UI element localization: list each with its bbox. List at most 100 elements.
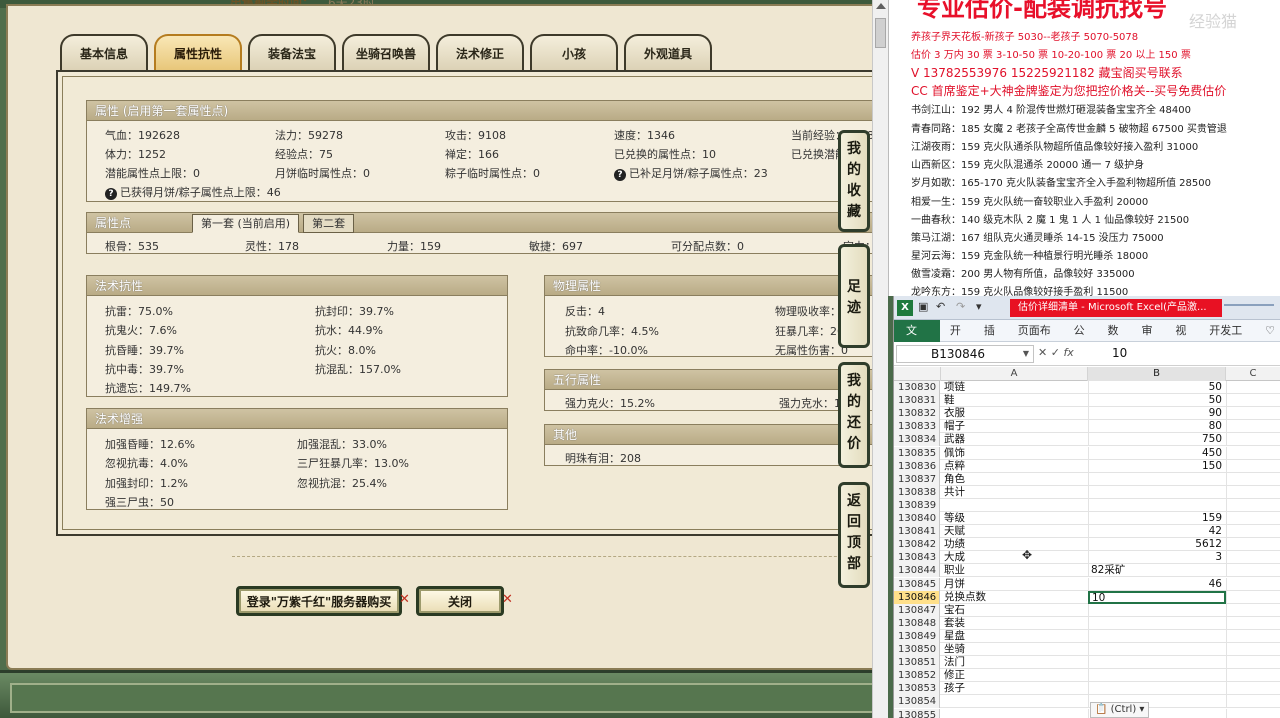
cell-c[interactable]	[1226, 525, 1280, 539]
ribbon-tab-view[interactable]: 视图	[1169, 320, 1203, 359]
row-number[interactable]: 130830	[894, 381, 940, 394]
name-box[interactable]: B130846 ▼	[896, 345, 1034, 363]
row-number[interactable]: 130842	[894, 538, 940, 552]
cell-b[interactable]: 750	[1088, 433, 1226, 447]
cell-c[interactable]	[1226, 420, 1280, 434]
cell-c[interactable]	[1226, 682, 1280, 696]
cell-a[interactable]: 共计	[942, 486, 1086, 499]
close-button[interactable]: 关闭	[416, 586, 504, 616]
row-number[interactable]: 130850	[894, 643, 940, 656]
row-number[interactable]: 130833	[894, 420, 940, 434]
cell-c[interactable]	[1226, 512, 1280, 525]
cell-b[interactable]: 80	[1088, 420, 1226, 434]
cell-b[interactable]: 159	[1088, 512, 1226, 525]
tab-spell-modifiers[interactable]: 法术修正	[436, 34, 524, 70]
chevron-down-icon[interactable]: ▼	[1023, 346, 1029, 362]
scroll-thumb[interactable]	[875, 18, 886, 48]
cell-a[interactable]	[942, 709, 1086, 718]
cell-a[interactable]: 衣服	[942, 407, 1086, 420]
help-icon[interactable]: ?	[105, 188, 117, 200]
excel-app-icon[interactable]: X	[897, 300, 913, 316]
cell-a[interactable]	[942, 695, 1086, 708]
formula-input[interactable]: 10	[1112, 346, 1127, 360]
cell-c[interactable]	[1226, 433, 1280, 447]
cell-c[interactable]	[1226, 577, 1280, 591]
cell-a[interactable]: 坐骑	[942, 643, 1086, 656]
tab-children[interactable]: 小孩	[530, 34, 618, 70]
ribbon-tab-developer[interactable]: 开发工具	[1203, 320, 1259, 359]
cell-c[interactable]	[1226, 629, 1280, 643]
redo-icon[interactable]: ↷	[956, 300, 965, 313]
tab-mounts-pets[interactable]: 坐骑召唤兽	[342, 34, 430, 70]
subtab-set-2[interactable]: 第二套	[303, 214, 355, 233]
column-header-a[interactable]: A	[941, 367, 1088, 381]
row-number[interactable]: 130834	[894, 433, 940, 447]
cell-b[interactable]: 450	[1088, 446, 1226, 460]
select-all-corner[interactable]	[894, 367, 941, 381]
row-number[interactable]: 130852	[894, 669, 940, 683]
cell-b[interactable]	[1088, 472, 1226, 486]
ribbon-tab-insert[interactable]: 插入	[978, 320, 1012, 359]
row-number[interactable]: 130854	[894, 695, 940, 709]
cell-a[interactable]: 职业	[942, 564, 1086, 577]
cell-b[interactable]	[1088, 656, 1226, 670]
scroll-up-icon[interactable]	[876, 3, 886, 9]
paste-options-button[interactable]: 📋 (Ctrl) ▾	[1090, 702, 1150, 718]
cell-a[interactable]: 孩子	[942, 682, 1086, 695]
tab-equipment[interactable]: 装备法宝	[248, 34, 336, 70]
my-bargain-button[interactable]: 我的还价	[838, 362, 870, 468]
cell-c[interactable]	[1226, 407, 1280, 421]
row-number[interactable]: 130836	[894, 459, 940, 473]
back-to-top-button[interactable]: 返回顶部	[838, 482, 870, 588]
cell-a[interactable]: 佩饰	[942, 447, 1086, 460]
cell-a[interactable]	[942, 499, 1086, 512]
ribbon-tab-formulas[interactable]: 公式	[1068, 320, 1102, 359]
cell-a[interactable]: 鞋	[942, 394, 1086, 407]
subtab-set-1[interactable]: 第一套 (当前启用)	[192, 214, 300, 233]
footprints-button[interactable]: 足迹	[838, 244, 870, 348]
cell-c[interactable]	[1226, 708, 1280, 718]
row-number[interactable]: 130844	[894, 564, 940, 578]
help-icon[interactable]: ?	[614, 169, 626, 181]
cell-b[interactable]: 90	[1088, 407, 1226, 421]
tab-appearance[interactable]: 外观道具	[624, 34, 712, 70]
row-number[interactable]: 130855	[894, 708, 940, 718]
cell-b[interactable]: 50	[1088, 381, 1226, 394]
ribbon-tab-file[interactable]: 文件	[894, 319, 940, 359]
save-icon[interactable]: ▣	[918, 300, 928, 313]
formula-buttons[interactable]: ✕ ✓ fx	[1038, 346, 1074, 359]
cell-c[interactable]	[1226, 459, 1280, 473]
column-header-c[interactable]: C	[1226, 367, 1280, 381]
row-number[interactable]: 130839	[894, 498, 940, 512]
cell-a[interactable]: 角色	[942, 473, 1086, 486]
row-number[interactable]: 130848	[894, 616, 940, 630]
cell-c[interactable]	[1226, 498, 1280, 512]
ribbon-tab-data[interactable]: 数据	[1102, 320, 1136, 359]
cell-a[interactable]: 点粹	[942, 460, 1086, 473]
cell-a[interactable]: 宝石	[942, 604, 1086, 617]
row-number[interactable]: 130832	[894, 407, 940, 421]
cell-a[interactable]: 项链	[942, 381, 1086, 394]
row-number[interactable]: 130840	[894, 512, 940, 525]
cell-b[interactable]	[1088, 643, 1226, 656]
cell-b[interactable]	[1088, 682, 1226, 696]
cell-c[interactable]	[1226, 485, 1280, 499]
row-number[interactable]: 130831	[894, 394, 940, 408]
cell-c[interactable]	[1226, 564, 1280, 578]
cell-c[interactable]	[1226, 394, 1280, 408]
cell-b[interactable]	[1088, 629, 1226, 643]
row-number[interactable]: 130835	[894, 446, 940, 460]
cell-b[interactable]	[1088, 498, 1226, 512]
tab-basic-info[interactable]: 基本信息	[60, 34, 148, 70]
cell-c[interactable]	[1226, 381, 1280, 394]
row-number[interactable]: 130846	[894, 590, 940, 604]
row-number[interactable]: 130843	[894, 551, 940, 565]
ribbon-tab-review[interactable]: 审阅	[1135, 320, 1169, 359]
cell-a[interactable]: 套装	[942, 617, 1086, 630]
cell-b[interactable]: 82采矿	[1088, 564, 1226, 578]
cell-c[interactable]	[1226, 616, 1280, 630]
customize-toolbar-icon[interactable]: ▾	[976, 300, 982, 313]
cell-b[interactable]: 3	[1088, 551, 1226, 565]
cell-b[interactable]: 5612	[1088, 538, 1226, 552]
undo-icon[interactable]: ↶	[936, 300, 945, 313]
